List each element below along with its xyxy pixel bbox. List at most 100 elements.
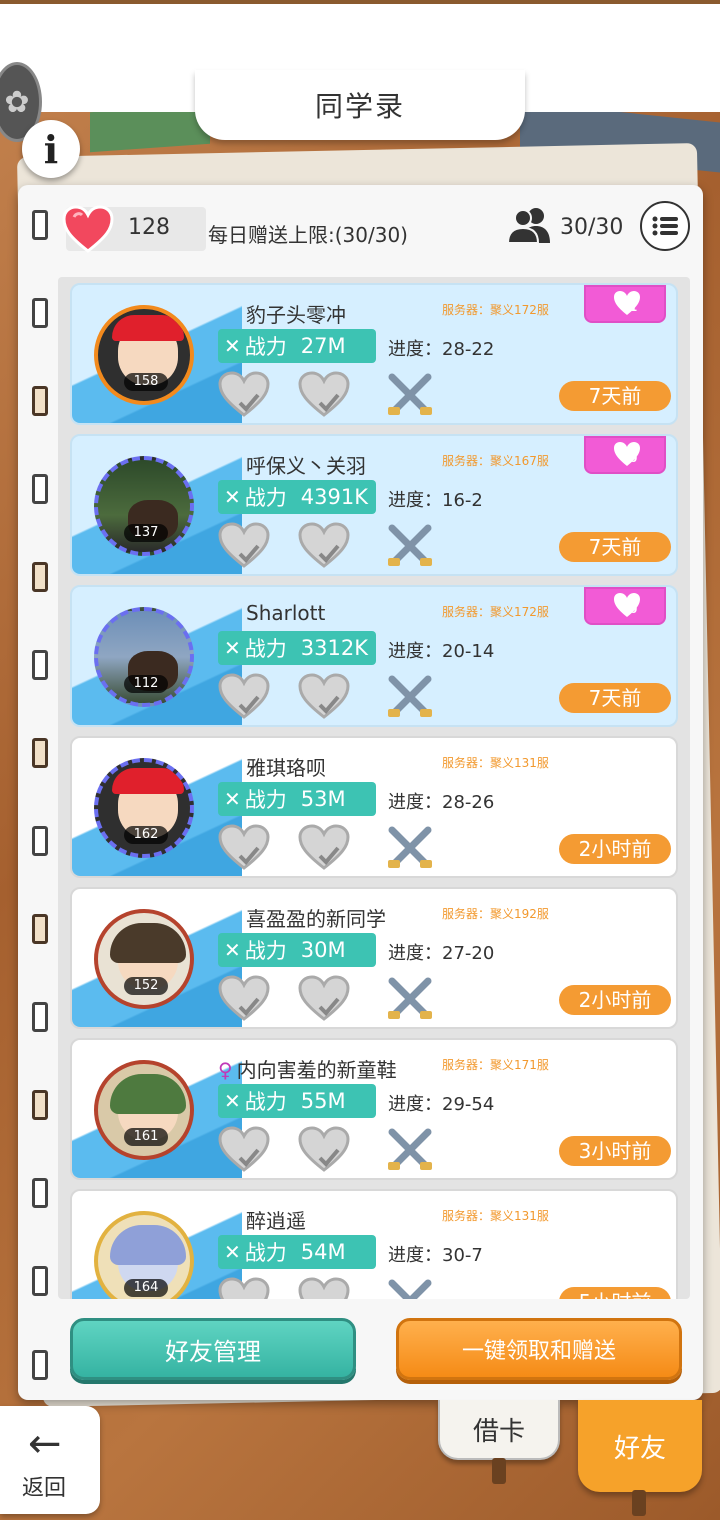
binder-ring	[32, 826, 48, 856]
friend-card[interactable]: 152 喜盈盈的新同学 服务器：聚义192服 ✕ 战力 30M 进度：27-20 2…	[70, 887, 678, 1029]
friend-card[interactable]: 158 豹子头零冲 服务器：聚义172服 ✕ 战力 27M 进度：28-22 11 …	[70, 283, 678, 425]
level-badge: 137	[124, 524, 168, 542]
back-arrow-icon: ←	[28, 1421, 62, 1467]
sword-icon: ✕	[224, 334, 241, 358]
power-label: 战力	[244, 486, 287, 510]
avatar-cap	[112, 768, 184, 794]
sword-icon: ✕	[224, 938, 241, 962]
tab-friends[interactable]: 好友	[578, 1400, 702, 1492]
receive-heart-icon[interactable]	[218, 975, 270, 1023]
server-label: 服务器：聚义192服	[442, 907, 549, 921]
gift-count: 11	[622, 301, 638, 314]
friend-name-text: 呼保义丶关羽	[246, 454, 366, 478]
power-badge: ✕ 战力 3312K	[218, 631, 376, 665]
server-label: 服务器：聚义167服	[442, 454, 549, 468]
friend-name-text: 喜盈盈的新同学	[246, 907, 386, 931]
receive-heart-icon[interactable]	[218, 522, 270, 570]
receive-heart-icon[interactable]	[218, 673, 270, 721]
heart-icon	[62, 205, 114, 253]
friend-name: 喜盈盈的新同学	[242, 903, 386, 932]
friend-card[interactable]: 112 Sharlott 服务器：聚义172服 ✕ 战力 3312K 进度：20-1…	[70, 585, 678, 727]
power-badge: ✕ 战力 53M	[218, 782, 376, 816]
send-heart-icon[interactable]	[298, 1277, 350, 1299]
send-heart-icon[interactable]	[298, 975, 350, 1023]
binder-ring	[32, 474, 48, 504]
receive-heart-icon[interactable]	[218, 1126, 270, 1174]
send-heart-icon[interactable]	[298, 824, 350, 872]
friend-panel: 128 每日赠送上限:(30/30) 30/30 158 豹子头零冲 服务器：聚…	[18, 185, 703, 1400]
crossed-swords-icon[interactable]	[386, 522, 434, 570]
server-label: 服务器：聚义131服	[442, 1209, 549, 1223]
menu-list-icon	[652, 216, 678, 236]
binder-ring	[32, 1178, 48, 1208]
send-heart-icon[interactable]	[298, 522, 350, 570]
binder-ring	[32, 914, 48, 944]
level-badge: 158	[124, 373, 168, 391]
avatar-hair	[110, 1074, 186, 1114]
power-label: 战力	[244, 1090, 287, 1114]
crossed-swords-icon[interactable]	[386, 371, 434, 419]
receive-heart-icon[interactable]	[218, 371, 270, 419]
binder-ring	[32, 1350, 48, 1380]
send-heart-icon[interactable]	[298, 371, 350, 419]
binder-rings	[32, 210, 52, 1390]
menu-button[interactable]	[640, 201, 690, 251]
binder-ring	[32, 562, 48, 592]
tab-borrow-card[interactable]: 借卡	[438, 1400, 560, 1460]
progress-text: 进度：28-22	[388, 339, 495, 360]
binder-ring	[32, 1266, 48, 1296]
last-online-badge: 7天前	[559, 532, 671, 562]
friend-list[interactable]: 158 豹子头零冲 服务器：聚义172服 ✕ 战力 27M 进度：28-22 11 …	[58, 277, 690, 1299]
crossed-swords-icon[interactable]	[386, 673, 434, 721]
level-badge: 152	[124, 977, 168, 995]
friend-card[interactable]: 164 醉逍遥 服务器：聚义131服 ✕战力 54M 进度：30-7 5小时前	[70, 1189, 678, 1299]
back-button[interactable]: ← 返回	[0, 1406, 100, 1514]
power-badge: ✕ 战力 27M	[218, 329, 376, 363]
progress-text: 进度：30-7	[388, 1245, 483, 1266]
heart-count: 128	[128, 215, 170, 240]
friend-name: Sharlott	[242, 601, 325, 625]
manage-friends-button[interactable]: 好友管理	[70, 1318, 356, 1380]
power-label: 战力	[244, 939, 287, 963]
binder-ring	[32, 738, 48, 768]
level-badge: 112	[124, 675, 168, 693]
tab-tassel	[492, 1458, 506, 1484]
friend-card[interactable]: 137 呼保义丶关羽 服务器：聚义167服 ✕ 战力 4391K 进度：16-2 1…	[70, 434, 678, 576]
female-icon: ♀	[218, 1058, 233, 1082]
collect-and-send-button[interactable]: 一键领取和赠送	[396, 1318, 682, 1380]
friend-card[interactable]: 161 ♀ 内向害羞的新童鞋 服务器：聚义171服 ✕ 战力 55M 进度：29-54…	[70, 1038, 678, 1180]
sword-icon: ✕	[224, 636, 241, 660]
info-button[interactable]: i	[22, 120, 80, 178]
power-value: 53M	[300, 787, 346, 811]
gift-count: 10	[622, 603, 638, 616]
progress-text: 进度：20-14	[388, 641, 495, 662]
send-heart-icon[interactable]	[298, 673, 350, 721]
friend-card[interactable]: 162 雅琪珞呗 服务器：聚义131服 ✕ 战力 53M 进度：28-26 2小时前	[70, 736, 678, 878]
server-label: 服务器：聚义131服	[442, 756, 549, 770]
level-badge: 164	[124, 1279, 168, 1297]
avatar-hair	[110, 923, 186, 963]
crossed-swords-icon[interactable]	[386, 1277, 434, 1299]
friend-name-text: Sharlott	[246, 601, 326, 625]
power-label: 战力	[244, 637, 287, 661]
power-value: 27M	[300, 334, 346, 358]
binder-ring	[32, 298, 48, 328]
binder-ring	[32, 210, 48, 240]
avatar-hair	[110, 1225, 186, 1265]
back-label: 返回	[22, 1476, 67, 1501]
friend-name: 呼保义丶关羽	[242, 450, 366, 479]
crossed-swords-icon[interactable]	[386, 1126, 434, 1174]
progress-text: 进度：27-20	[388, 943, 495, 964]
crossed-swords-icon[interactable]	[386, 975, 434, 1023]
crossed-swords-icon[interactable]	[386, 824, 434, 872]
power-value: 54M	[300, 1240, 346, 1264]
friend-name-text: 内向害羞的新童鞋	[236, 1058, 397, 1082]
receive-heart-icon[interactable]	[218, 1277, 270, 1299]
power-label: 战力	[244, 788, 287, 812]
friend-count: 30/30	[560, 215, 624, 240]
send-heart-icon[interactable]	[298, 1126, 350, 1174]
receive-heart-icon[interactable]	[218, 824, 270, 872]
avatar-cap	[112, 315, 184, 341]
last-online-badge: 2小时前	[559, 834, 671, 864]
last-online-badge: 5小时前	[559, 1287, 671, 1299]
